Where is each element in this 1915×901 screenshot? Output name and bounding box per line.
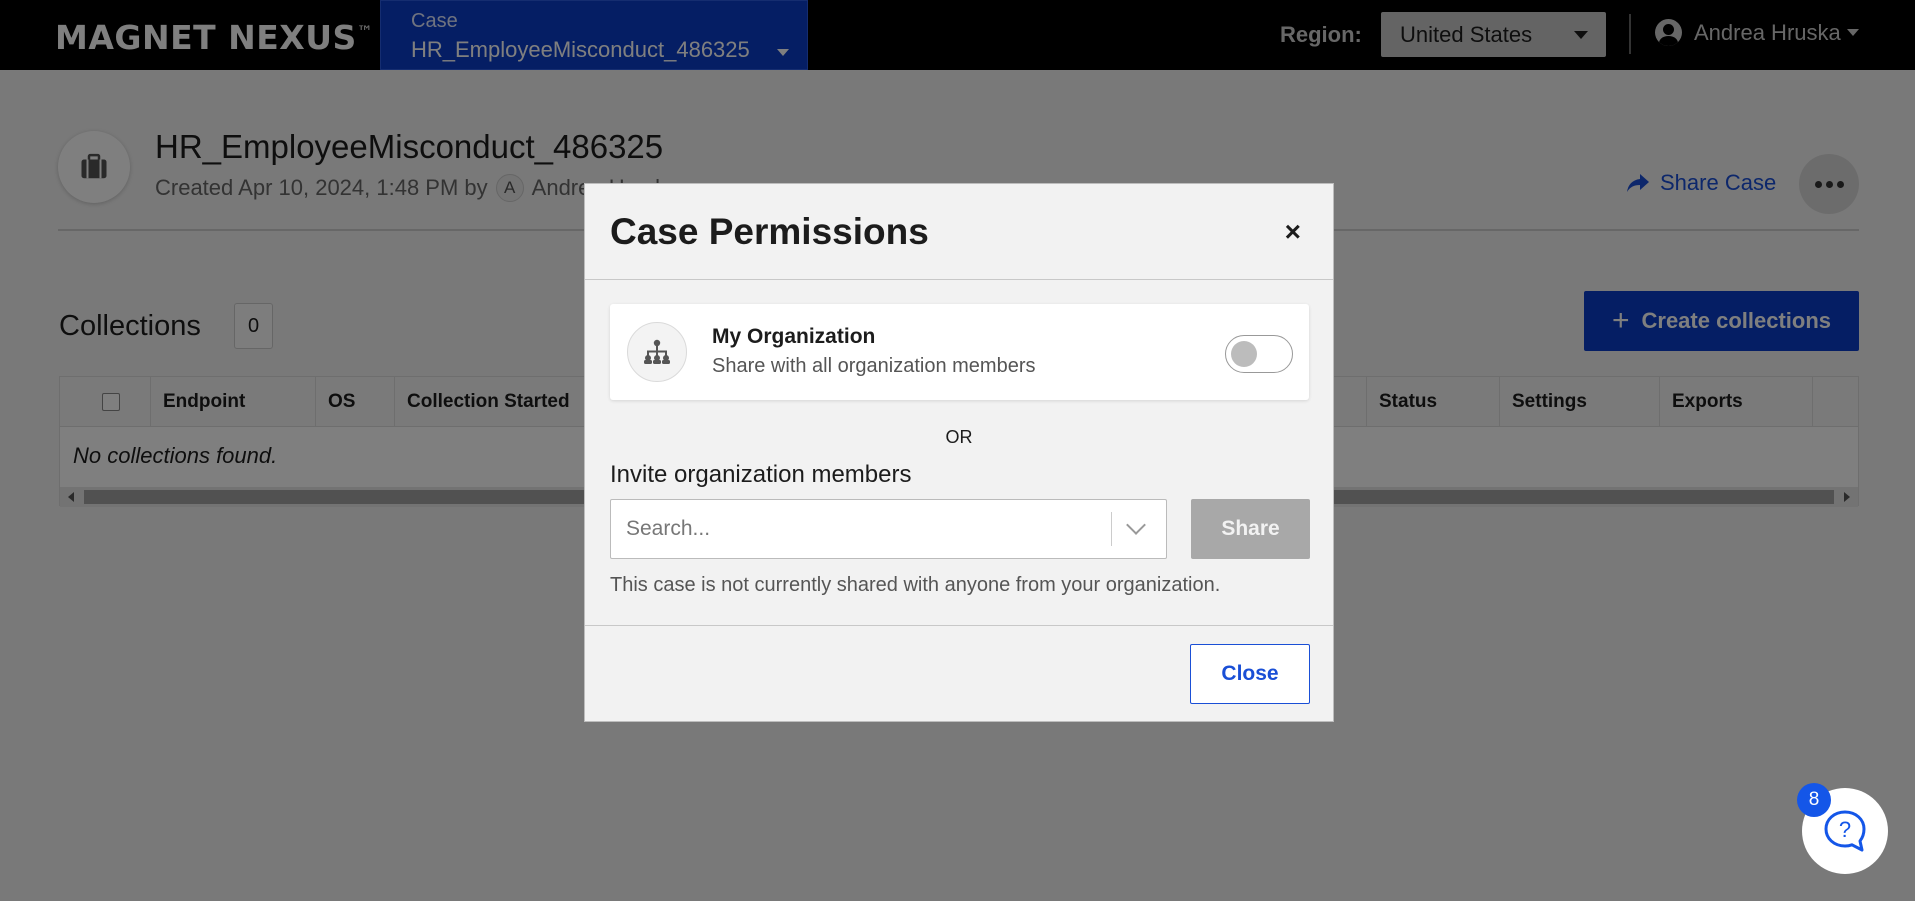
my-organization-card: My Organization Share with all organizat… — [610, 304, 1309, 400]
toggle-knob — [1231, 341, 1257, 367]
modal-header: Case Permissions × — [585, 184, 1333, 280]
help-notification-badge: 8 — [1797, 783, 1831, 817]
org-description: Share with all organization members — [712, 355, 1036, 377]
org-chart-icon — [627, 322, 687, 382]
share-button[interactable]: Share — [1191, 499, 1310, 559]
modal-title: Case Permissions — [610, 211, 929, 252]
modal-footer-divider — [585, 625, 1333, 626]
chevron-down-icon[interactable] — [1126, 515, 1146, 535]
svg-text:?: ? — [1839, 817, 1851, 842]
share-with-org-toggle[interactable] — [1225, 335, 1293, 373]
org-name: My Organization — [712, 325, 876, 348]
close-button[interactable]: Close — [1190, 644, 1310, 704]
help-chat-icon: ? — [1824, 810, 1866, 852]
or-divider-text: OR — [945, 427, 973, 447]
member-search-select[interactable] — [610, 499, 1167, 559]
search-separator — [1111, 512, 1112, 546]
case-permissions-modal: Case Permissions × My Organization Share… — [584, 183, 1334, 722]
close-icon[interactable]: × — [1285, 218, 1301, 246]
invite-members-label: Invite organization members — [610, 461, 912, 488]
not-shared-message: This case is not currently shared with a… — [610, 574, 1221, 596]
member-search-input[interactable] — [611, 500, 1111, 558]
